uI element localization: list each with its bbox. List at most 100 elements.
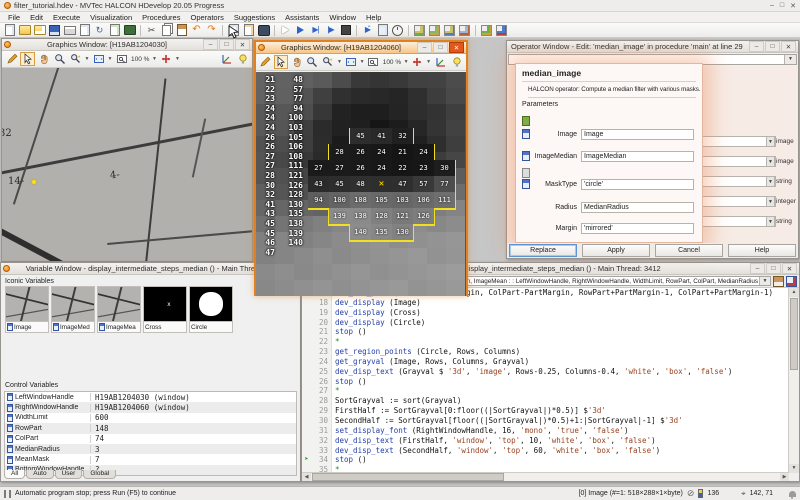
graphics-left-image[interactable]: 32 14- 4- — [2, 68, 252, 261]
zoom-tool-icon[interactable] — [321, 55, 336, 69]
scrollbar-thumb[interactable] — [790, 298, 798, 370]
run-until-cursor-icon[interactable] — [279, 24, 292, 37]
menu-assistants[interactable]: Assistants — [280, 13, 324, 22]
chevron-down-icon[interactable]: ▼ — [359, 59, 365, 65]
code-line[interactable]: 19dev_display (Cross) — [302, 308, 789, 318]
iconic-variable-circle[interactable]: Circle — [189, 286, 233, 333]
run-icon[interactable] — [294, 24, 307, 37]
axis-3d-icon[interactable] — [434, 55, 449, 69]
tab-auto[interactable]: Auto — [26, 470, 53, 479]
code-line[interactable]: 31set_display_font (RightWindowHandle, 1… — [302, 426, 789, 436]
chevron-down-icon[interactable]: ▼ — [766, 196, 775, 207]
code-line[interactable]: 29FirstHalf := SortGrayval[0:floor((|Sor… — [302, 406, 789, 416]
menu-visualization[interactable]: Visualization — [85, 13, 137, 22]
gray-histogram-icon[interactable] — [413, 24, 426, 37]
attach-process-icon[interactable] — [376, 24, 389, 37]
zoom-level-icon[interactable] — [366, 55, 381, 69]
param-value-input[interactable]: 'mirrored' — [581, 223, 694, 234]
code-line[interactable]: ➤34stop () — [302, 455, 789, 465]
chevron-down-icon[interactable]: ▼ — [151, 56, 157, 62]
scroll-right-icon[interactable]: ▶ — [780, 473, 789, 481]
close-button[interactable]: ✕ — [781, 41, 796, 52]
procedure-docs-icon[interactable] — [773, 276, 784, 287]
export-program-icon[interactable] — [78, 24, 91, 37]
graphics-center-title-bar[interactable]: Graphics Window: [H19AB1204060] – □ ✕ — [256, 42, 466, 54]
chevron-down-icon[interactable]: ▼ — [174, 56, 180, 62]
code-line[interactable]: 18dev_display (Image) — [302, 298, 789, 308]
iconic-variable-imagemea[interactable]: ImageMea — [97, 286, 141, 333]
menu-help[interactable]: Help — [361, 13, 386, 22]
close-button[interactable]: ✕ — [449, 42, 464, 53]
scroll-up-icon[interactable]: ▲ — [789, 288, 799, 297]
apply-button[interactable]: Apply — [582, 244, 650, 257]
chevron-down-icon[interactable]: ▼ — [784, 55, 796, 64]
print-icon[interactable] — [63, 24, 76, 37]
menu-file[interactable]: File — [3, 13, 25, 22]
param-value-input[interactable]: 'circle' — [581, 179, 694, 190]
select-pointer-icon[interactable] — [274, 55, 289, 69]
reload-program-icon[interactable]: ↻ — [93, 24, 106, 37]
measure-tool-icon[interactable] — [410, 55, 425, 69]
zoom-tool-icon[interactable] — [68, 52, 83, 66]
code-line[interactable]: 25dev_disp_text (Grayval $ '3d', 'image'… — [302, 367, 789, 377]
param-value-input[interactable]: ImageMedian — [581, 151, 694, 162]
control-variable-row[interactable]: ColPart74 — [5, 434, 296, 444]
code-line[interactable]: 20dev_display (Circle) — [302, 318, 789, 328]
undo-icon[interactable]: ↶ — [190, 24, 203, 37]
scrollbar-thumb[interactable] — [312, 473, 504, 481]
draw-annotation-icon[interactable] — [4, 52, 19, 66]
code-line[interactable]: 21stop () — [302, 327, 789, 337]
code-line[interactable]: 28SortGrayval := sort(Grayval) — [302, 396, 789, 406]
code-line[interactable]: 22* — [302, 337, 789, 347]
stop-icon[interactable] — [339, 24, 352, 37]
code-line[interactable]: 32dev_disp_text (FirstHalf, 'window', 't… — [302, 436, 789, 446]
edit-procedure-icon[interactable] — [242, 24, 255, 37]
chevron-down-icon[interactable]: ▼ — [107, 56, 113, 62]
measure-tool-icon[interactable] — [158, 52, 173, 66]
code-line[interactable]: 27* — [302, 386, 789, 396]
cancel-button[interactable]: Cancel — [655, 244, 723, 257]
zoom-assistant-icon[interactable] — [443, 24, 456, 37]
code-line[interactable]: 24get_grayval (Image, Rows, Columns, Gra… — [302, 357, 789, 367]
new-program-icon[interactable] — [3, 24, 16, 37]
open-example-icon[interactable] — [33, 24, 46, 37]
axis-3d-icon[interactable] — [219, 52, 234, 66]
replace-button[interactable]: Replace — [509, 244, 577, 257]
iconic-variable-image[interactable]: Image — [5, 286, 49, 333]
chevron-down-icon[interactable]: ▼ — [403, 59, 409, 65]
maximize-button[interactable]: □ — [433, 42, 448, 53]
pixel-info-toggle-icon[interactable] — [235, 52, 250, 66]
operator-window[interactable]: Operator Window - Edit: 'median_image' i… — [506, 40, 799, 259]
cut-icon[interactable]: ✂ — [145, 24, 158, 37]
menu-procedures[interactable]: Procedures — [137, 13, 185, 22]
profiler-icon[interactable] — [391, 24, 404, 37]
vertical-scrollbar[interactable]: ▲ ▼ — [788, 288, 799, 473]
code-line[interactable]: 23get_region_points (Circle, Rows, Colum… — [302, 347, 789, 357]
help-button[interactable]: Help — [728, 244, 796, 257]
control-variable-row[interactable]: LeftWindowHandleH19AB1204030 (window) — [5, 392, 296, 402]
chevron-down-icon[interactable]: ▼ — [766, 176, 775, 187]
control-variable-row[interactable]: RightWindowHandleH19AB1204060 (window) — [5, 402, 296, 412]
tab-global[interactable]: Global — [83, 470, 116, 479]
operator-window-title-bar[interactable]: Operator Window - Edit: 'median_image' i… — [507, 41, 798, 53]
app-minimize-button[interactable]: – — [770, 2, 774, 10]
close-button[interactable]: ✕ — [782, 263, 797, 274]
calibration-assistant-icon[interactable] — [458, 24, 471, 37]
matching-assistant-icon[interactable] — [495, 24, 508, 37]
step-into-icon[interactable]: |▶ — [324, 24, 337, 37]
paste-icon[interactable] — [175, 24, 188, 37]
step-out-icon[interactable]: ▶̂ — [361, 24, 374, 37]
menu-window[interactable]: Window — [324, 13, 361, 22]
pan-hand-icon[interactable] — [289, 55, 304, 69]
chevron-down-icon[interactable]: ▼ — [766, 156, 775, 167]
code-line[interactable]: 30SecondHalf := SortGrayval[floor((|Sort… — [302, 416, 789, 426]
control-variable-row[interactable]: MeanMask7 — [5, 454, 296, 464]
tab-user[interactable]: User — [55, 470, 83, 479]
open-program-icon[interactable] — [18, 24, 31, 37]
chevron-down-icon[interactable]: ▼ — [759, 277, 770, 285]
scroll-left-icon[interactable]: ◀ — [302, 473, 311, 481]
iconic-variable-imagemed[interactable]: ImageMed — [51, 286, 95, 333]
minimize-button[interactable]: – — [203, 39, 218, 50]
maximize-button[interactable]: □ — [766, 263, 781, 274]
measure-assistant-icon[interactable] — [480, 24, 493, 37]
